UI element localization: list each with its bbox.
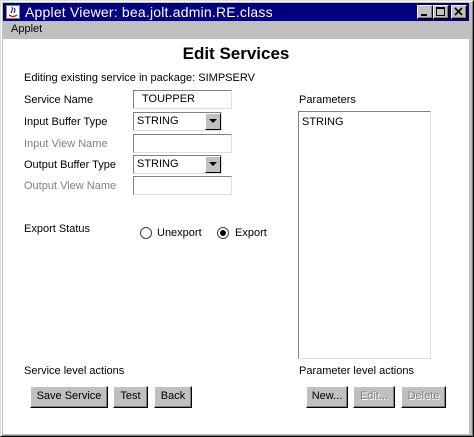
- unexport-radio[interactable]: [140, 227, 152, 239]
- export-status-label: Export Status: [24, 223, 91, 235]
- parameters-label: Parameters: [299, 94, 356, 106]
- input-buffer-dropdown-button[interactable]: [205, 113, 221, 130]
- applet-content: Edit Services Editing existing service i…: [3, 39, 469, 434]
- output-buffer-type-select[interactable]: STRING: [133, 155, 222, 174]
- service-name-field[interactable]: TOUPPER: [133, 90, 232, 109]
- export-label[interactable]: Export: [235, 227, 267, 239]
- unexport-label[interactable]: Unexport: [157, 227, 202, 239]
- chevron-down-icon: [209, 162, 217, 166]
- service-name-label: Service Name: [24, 94, 94, 106]
- back-button[interactable]: Back: [154, 386, 192, 408]
- output-buffer-dropdown-button[interactable]: [205, 156, 221, 173]
- output-buffer-type-value: STRING: [137, 158, 179, 170]
- window-title: Applet Viewer: bea.jolt.admin.RE.class: [25, 4, 273, 20]
- input-buffer-type-value: STRING: [137, 115, 179, 127]
- new-parameter-button[interactable]: New...: [306, 386, 348, 408]
- close-icon: [454, 7, 463, 16]
- package-info-text: Editing existing service in package: SIM…: [24, 72, 255, 84]
- save-service-button[interactable]: Save Service: [30, 386, 108, 408]
- page-title: Edit Services: [182, 44, 290, 63]
- input-buffer-type-select[interactable]: STRING: [133, 112, 222, 131]
- export-radio-selected-dot: [220, 230, 226, 236]
- title-bar[interactable]: Applet Viewer: bea.jolt.admin.RE.class: [3, 3, 469, 21]
- output-view-name-field[interactable]: [133, 176, 232, 195]
- maximize-button[interactable]: [433, 5, 449, 19]
- service-level-actions-label: Service level actions: [24, 365, 125, 377]
- edit-parameter-button[interactable]: Edit...: [353, 386, 395, 408]
- chevron-down-icon: [209, 119, 217, 123]
- input-buffer-type-label: Input Buffer Type: [24, 116, 108, 128]
- export-radio[interactable]: [217, 227, 229, 239]
- java-app-icon[interactable]: [6, 5, 20, 19]
- test-button[interactable]: Test: [113, 386, 148, 408]
- applet-window: Applet Viewer: bea.jolt.admin.RE.class A…: [0, 0, 474, 437]
- delete-parameter-button[interactable]: Delete: [401, 386, 446, 408]
- minimize-button[interactable]: [417, 5, 433, 19]
- input-view-name-field[interactable]: [133, 134, 232, 153]
- parameter-level-actions-label: Parameter level actions: [299, 365, 414, 377]
- parameters-list[interactable]: STRING: [298, 111, 431, 359]
- output-buffer-type-label: Output Buffer Type: [24, 159, 116, 171]
- output-view-name-label: Output View Name: [24, 180, 117, 192]
- menu-bar: Applet: [3, 22, 469, 38]
- menu-applet[interactable]: Applet: [11, 23, 42, 35]
- list-item[interactable]: STRING: [299, 112, 430, 128]
- input-view-name-label: Input View Name: [24, 138, 108, 150]
- maximize-icon: [436, 7, 445, 16]
- minimize-icon: [421, 14, 427, 16]
- close-button[interactable]: [451, 5, 467, 19]
